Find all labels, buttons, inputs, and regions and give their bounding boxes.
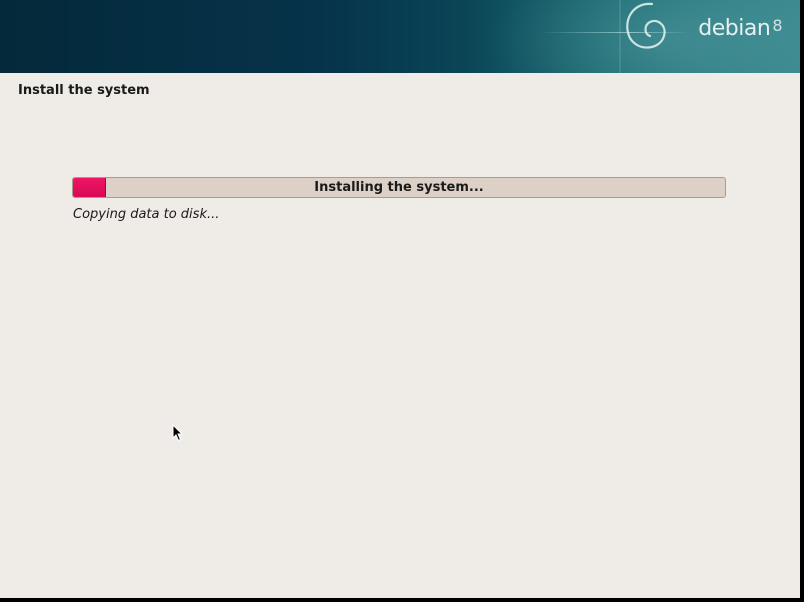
debian-swirl-icon — [619, 0, 666, 73]
installer-screen: debian 8 Install the system Installing th… — [0, 0, 804, 602]
debian-banner: debian 8 — [0, 0, 800, 73]
brand-version: 8 — [772, 16, 782, 35]
installer-content: Install the system Installing the system… — [0, 73, 800, 598]
install-progress-bar: Installing the system... — [72, 177, 726, 198]
mouse-pointer-icon — [172, 424, 184, 442]
brand-name: debian — [698, 16, 771, 41]
progress-status: Copying data to disk... — [73, 207, 220, 222]
debian-logo: debian 8 — [698, 16, 782, 41]
page-title: Install the system — [18, 83, 150, 98]
progress-label: Installing the system... — [314, 180, 484, 195]
